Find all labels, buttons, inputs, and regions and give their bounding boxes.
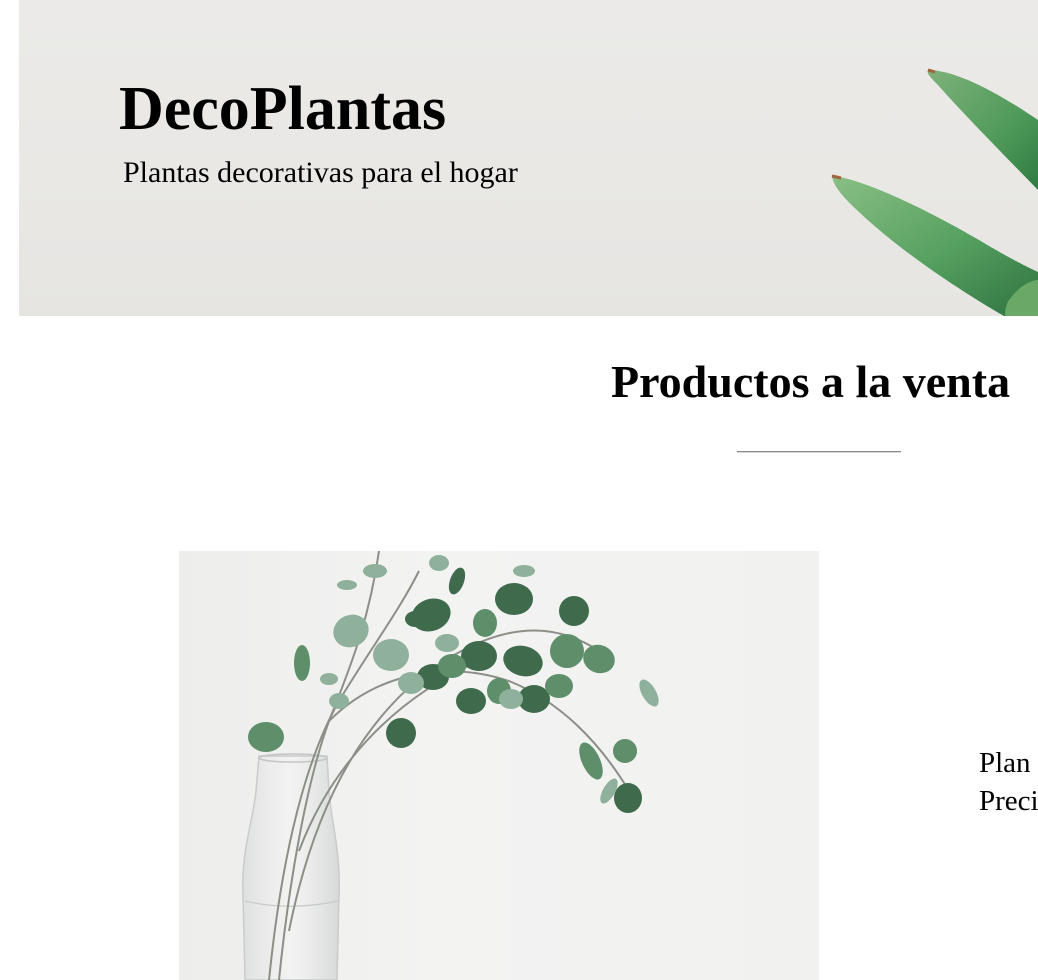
product-price-label: Preci [979,785,1038,817]
product-info: Plan Preci [979,744,1038,820]
site-title: DecoPlantas [119,75,447,143]
eucalyptus-vase-image [242,551,659,980]
page: DecoPlantas Plantas decorativas para el … [0,0,1038,980]
product-image [179,551,819,980]
product-name-label: Plan [979,747,1031,779]
site-subtitle: Plantas decorativas para el hogar [123,156,518,189]
section-title: Productos a la venta [611,356,1011,407]
hero-banner: DecoPlantas Plantas decorativas para el … [19,0,1038,316]
section-divider [737,451,901,453]
